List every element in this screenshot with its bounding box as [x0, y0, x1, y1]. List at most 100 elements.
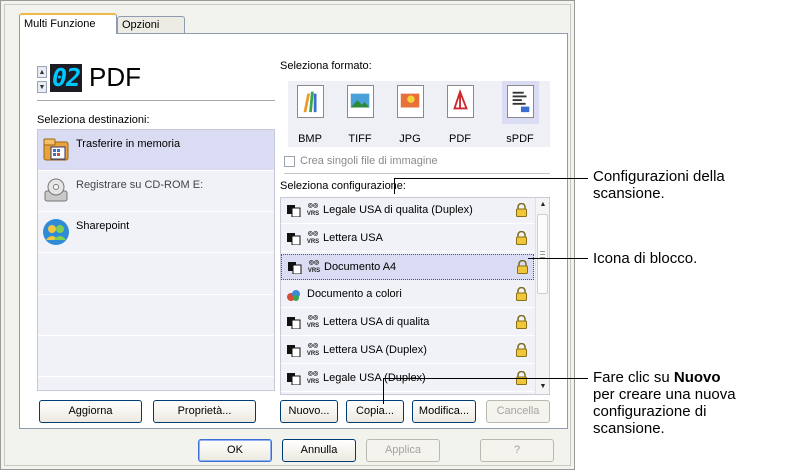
bw-scan-icon: [287, 345, 301, 357]
properties-button[interactable]: Proprietà...: [153, 400, 256, 423]
help-button[interactable]: ?: [480, 439, 554, 462]
single-files-checkbox[interactable]: [284, 156, 295, 167]
list-row-divider: [38, 294, 274, 295]
destination-label: Sharepoint: [76, 220, 130, 232]
configuration-label-text: Documento a colori: [307, 288, 402, 300]
configuration-label-text: Legale USA di qualita (Duplex): [323, 204, 473, 216]
callout-leader: [394, 178, 395, 194]
callout-lock: Icona di blocco.: [593, 250, 698, 267]
memory-transfer-icon: [43, 138, 69, 161]
configuration-item-selected[interactable]: ◎◎ VRS Documento A4: [281, 254, 534, 280]
delete-button[interactable]: Cancella: [486, 400, 550, 423]
callout-text: Configurazioni della: [593, 168, 725, 185]
bw-scan-icon: [287, 205, 301, 217]
copy-button[interactable]: Copia...: [346, 400, 404, 423]
destinations-label: Seleziona destinazioni:: [37, 114, 150, 126]
grip-line: [540, 254, 545, 255]
callout-new: Fare clic su Nuovo per creare una nuova …: [593, 369, 736, 437]
configuration-label-text: Lettera USA: [323, 232, 383, 244]
spin-up-button[interactable]: ▲: [37, 66, 47, 78]
callout-text: Fare clic su Nuovo: [593, 369, 736, 386]
lock-icon: [516, 287, 527, 301]
vrs-icon: ◎◎ VRS: [306, 343, 320, 357]
lock-icon: [516, 343, 527, 357]
format-option-pdf[interactable]: PDF: [442, 81, 479, 145]
spdf-icon: [507, 85, 534, 118]
bw-scan-icon: [288, 262, 302, 274]
configuration-item[interactable]: ◎◎ VRS Lettera USA: [281, 226, 534, 252]
bw-scan-icon: [287, 233, 301, 245]
scrollbar-thumb[interactable]: [537, 214, 548, 294]
update-button[interactable]: Aggiorna: [39, 400, 142, 423]
sharepoint-icon: [43, 219, 69, 245]
scroll-down-arrow-icon[interactable]: ▼: [536, 380, 549, 394]
divider: [284, 173, 550, 174]
tab-panel: ▲ ▼ 02 PDF Seleziona destinazioni: Trasf…: [19, 33, 568, 429]
vrs-icon: ◎◎ VRS: [306, 231, 320, 245]
vrs-icon: ◎◎ VRS: [306, 203, 320, 217]
lock-icon: [517, 260, 528, 274]
callout-leader: [394, 178, 588, 179]
tab-opzioni[interactable]: Opzioni: [117, 16, 185, 33]
configuration-label: Seleziona configurazione:: [280, 180, 406, 192]
tab-multi-funzione[interactable]: Multi Funzione: [19, 13, 117, 34]
lock-icon: [516, 231, 527, 245]
ok-button[interactable]: OK: [198, 439, 272, 462]
list-row-divider: [38, 335, 274, 336]
bw-scan-icon: [287, 373, 301, 385]
format-option-spdf[interactable]: sPDF: [502, 81, 539, 145]
configuration-label-text: Documento A4: [324, 261, 397, 273]
destination-label: Registrare su CD-ROM E:: [76, 179, 204, 191]
spin-down-button[interactable]: ▼: [37, 81, 47, 93]
configuration-item[interactable]: ◎◎ VRS Lettera USA (Duplex): [281, 338, 534, 364]
callout-leader: [528, 258, 588, 259]
pdf-icon: [447, 85, 474, 118]
configuration-item[interactable]: ◎◎ VRS Legale USA di qualita (Duplex): [281, 198, 534, 224]
callout-leader: [383, 378, 384, 404]
configuration-item[interactable]: Documento a colori: [281, 282, 534, 308]
destination-item-cd-rom[interactable]: Registrare su CD-ROM E:: [38, 171, 274, 212]
scroll-up-arrow-icon[interactable]: ▲: [536, 198, 549, 212]
vrs-icon: ◎◎ VRS: [307, 260, 321, 274]
jpg-icon: [397, 85, 424, 118]
format-option-bmp[interactable]: BMP: [292, 81, 329, 145]
callout-text: Fare clic su: [593, 369, 674, 386]
callout-text: per creare una nuova: [593, 386, 736, 403]
tiff-icon: [347, 85, 374, 118]
callout-leader: [383, 378, 588, 379]
configuration-item[interactable]: ◎◎ VRS Legale USA (Duplex): [281, 366, 534, 392]
format-selector: BMP TIFF JPG PDF sPDF: [280, 81, 550, 159]
configuration-label-text: Lettera USA di qualita: [323, 316, 430, 328]
format-label-text: sPDF: [506, 133, 534, 145]
configuration-scrollbar[interactable]: ▲ ▼: [535, 198, 549, 394]
callout-text: scansione.: [593, 420, 665, 437]
lock-icon: [516, 203, 527, 217]
format-label: Seleziona formato:: [280, 60, 372, 72]
format-label-text: JPG: [399, 133, 421, 145]
grip-line: [540, 251, 545, 252]
callout-bold-text: Nuovo: [673, 369, 721, 386]
cd-rom-icon: [44, 178, 68, 202]
apply-button[interactable]: Applica: [366, 439, 440, 462]
single-files-label: Crea singoli file di immagine: [300, 155, 438, 167]
list-row-divider: [38, 376, 274, 377]
destination-item-memory[interactable]: Trasferire in memoria: [38, 130, 274, 171]
cancel-button[interactable]: Annulla: [282, 439, 356, 462]
destination-item-sharepoint[interactable]: Sharepoint: [38, 212, 274, 253]
callout-configurations: Configurazioni della scansione.: [593, 168, 725, 202]
lcd-counter-display: 02: [50, 63, 82, 92]
destination-list: Trasferire in memoria Registrare su CD-R…: [37, 129, 275, 391]
destination-label: Trasferire in memoria: [76, 138, 181, 150]
modify-button[interactable]: Modifica...: [412, 400, 476, 423]
callout-text: scansione.: [593, 185, 665, 202]
bmp-icon: [297, 85, 324, 118]
format-option-jpg[interactable]: JPG: [392, 81, 429, 145]
format-label-text: PDF: [449, 133, 471, 145]
scan-settings-dialog: Multi Funzione Opzioni ▲ ▼ 02 PDF Selezi…: [0, 0, 575, 470]
new-button[interactable]: Nuovo...: [280, 400, 338, 423]
format-option-tiff[interactable]: TIFF: [342, 81, 379, 145]
configuration-item[interactable]: ◎◎ VRS Lettera USA di qualita: [281, 310, 534, 336]
format-label-text: BMP: [298, 133, 322, 145]
bw-scan-icon: [287, 317, 301, 329]
divider: [37, 100, 275, 101]
